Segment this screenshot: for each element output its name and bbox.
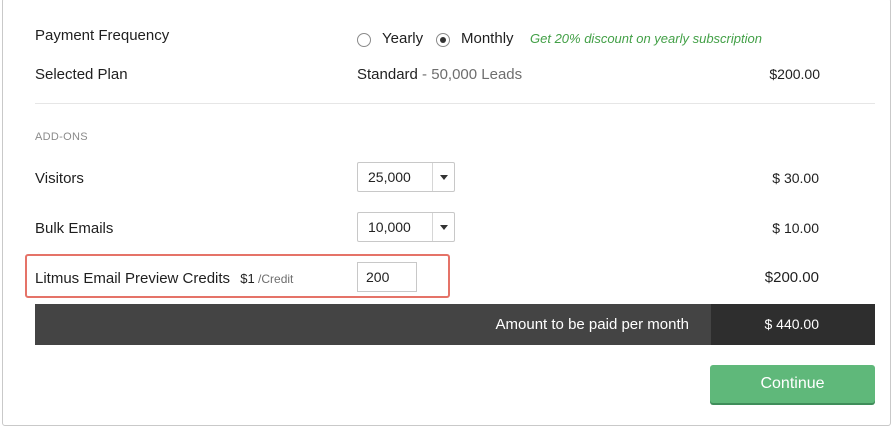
total-label: Amount to be paid per month: [495, 316, 689, 333]
payment-frequency-label: Payment Frequency: [35, 27, 170, 44]
select-separator: [432, 213, 433, 241]
visitors-select[interactable]: 25,000: [357, 162, 455, 192]
plan-name: Standard: [357, 66, 418, 83]
total-price: $ 440.00: [764, 316, 820, 332]
bulk-emails-select-value: 10,000: [368, 219, 411, 235]
radio-yearly-label[interactable]: Yearly: [382, 30, 423, 47]
selected-plan-value: Standard - 50,000 Leads: [357, 66, 522, 83]
bulk-emails-select[interactable]: 10,000: [357, 212, 455, 242]
total-price-cell: $ 440.00: [711, 304, 875, 345]
litmus-rate: $1: [240, 271, 255, 286]
addons-heading: ADD-ONS: [35, 131, 88, 143]
plan-detail: - 50,000 Leads: [417, 66, 523, 83]
litmus-credits-value: 200: [366, 269, 390, 285]
bulk-emails-price: $ 10.00: [772, 220, 819, 236]
bulk-emails-label: Bulk Emails: [35, 220, 114, 237]
litmus-rate-unit: /Credit: [254, 272, 294, 286]
litmus-credits-label: Litmus Email Preview Credits: [35, 270, 231, 287]
visitors-label: Visitors: [35, 170, 84, 187]
radio-yearly[interactable]: [357, 33, 371, 47]
radio-monthly[interactable]: [436, 33, 450, 47]
total-bar: Amount to be paid per month: [35, 304, 711, 345]
selected-plan-label: Selected Plan: [35, 66, 128, 83]
yearly-discount-note: Get 20% discount on yearly subscription: [530, 31, 762, 46]
radio-monthly-label[interactable]: Monthly: [461, 30, 514, 47]
litmus-credits-row: Litmus Email Preview Credits $1 /Credit: [35, 270, 293, 287]
select-separator: [432, 163, 433, 191]
visitors-price: $ 30.00: [772, 170, 819, 186]
section-divider: [35, 103, 875, 104]
selected-plan-price: $200.00: [769, 66, 820, 82]
chevron-down-icon[interactable]: [440, 175, 448, 180]
litmus-price: $200.00: [764, 269, 819, 286]
litmus-credits-input[interactable]: 200: [357, 262, 417, 292]
chevron-down-icon[interactable]: [440, 225, 448, 230]
continue-button[interactable]: Continue: [710, 365, 875, 403]
visitors-select-value: 25,000: [368, 169, 411, 185]
